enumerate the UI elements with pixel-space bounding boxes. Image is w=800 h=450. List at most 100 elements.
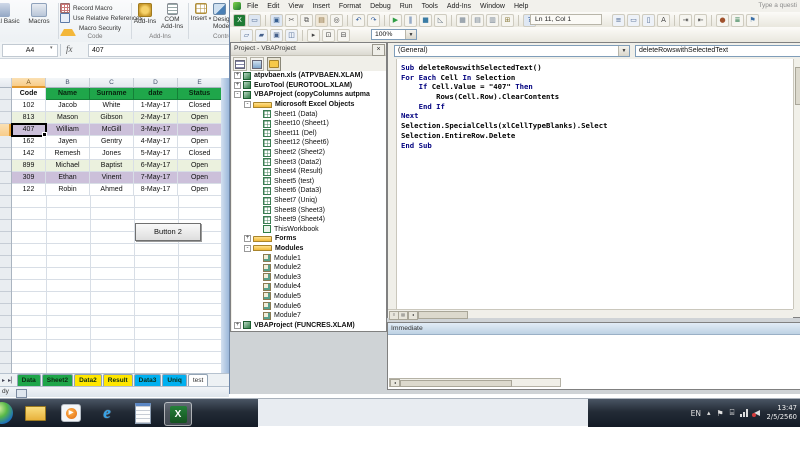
expand-icon[interactable]: + (234, 82, 241, 89)
excel-icon[interactable]: X (233, 14, 246, 27)
tree-item-sheet9-sheet4-[interactable]: Sheet9 (Sheet4) (232, 215, 386, 225)
toolbox-icon[interactable]: ⊞ (501, 14, 514, 27)
indent-icon[interactable]: ⇥ (679, 14, 692, 27)
outdent-icon[interactable]: ⇤ (694, 14, 707, 27)
table-cell[interactable]: Ethan (46, 172, 90, 184)
toggle-folders-button[interactable] (267, 57, 281, 71)
table-cell[interactable]: 102 (12, 100, 46, 112)
list-properties-icon[interactable]: ≡ (612, 14, 625, 27)
tree-item-sheet12-sheet6-[interactable]: Sheet12 (Sheet6) (232, 138, 386, 148)
chevron-down-icon[interactable]: ▼ (618, 46, 629, 56)
tree-item-forms[interactable]: +Forms (232, 234, 386, 244)
table-cell[interactable]: Closed (178, 148, 222, 160)
table-cell[interactable]: Ahmed (90, 184, 134, 196)
bookmark-icon[interactable]: ⚑ (746, 14, 759, 27)
corner-select-all[interactable] (0, 78, 12, 88)
chevron-down-icon[interactable]: ▼ (405, 30, 416, 39)
table-cell[interactable]: Open (178, 160, 222, 172)
internet-explorer-taskbar-button[interactable]: e (94, 402, 120, 424)
column-header-B[interactable]: B (46, 78, 90, 88)
ribbon-button-macro-security[interactable]: Macro Security (60, 23, 121, 33)
procedure-dropdown[interactable]: deleteRowswithSelectedText (635, 45, 800, 57)
full-module-view-button[interactable]: ▤ (398, 311, 408, 320)
collapse-icon[interactable]: - (244, 101, 251, 108)
tree-item-sheet11-del-[interactable]: Sheet11 (Del) (232, 129, 386, 139)
object-browser-icon[interactable]: ▥ (486, 14, 499, 27)
tree-item-sheet8-sheet3-[interactable]: Sheet8 (Sheet3) (232, 205, 386, 215)
action-center-flag-icon[interactable]: ⚑ (716, 409, 723, 418)
table-header-cell[interactable]: Surname (90, 88, 134, 100)
cut-icon[interactable]: ✂ (285, 14, 298, 27)
collapse-icon[interactable]: - (244, 245, 251, 252)
sheet-tab-data2[interactable]: Data2 (74, 374, 102, 386)
table-cell[interactable]: Baptist (90, 160, 134, 172)
save-icon[interactable]: ▣ (270, 14, 283, 27)
macros-button[interactable]: Macros (21, 2, 57, 39)
table-header-cell[interactable]: Name (46, 88, 90, 100)
tree-item-module2[interactable]: Module2 (232, 263, 386, 273)
tree-item-atpvbaen-xls-atpvbaen-xlam-[interactable]: +atpvbaen.xls (ATPVBAEN.XLAM) (232, 71, 386, 81)
table-cell[interactable]: Open (178, 184, 222, 196)
tree-item-module3[interactable]: Module3 (232, 272, 386, 282)
tree-item-module7[interactable]: Module7 (232, 311, 386, 321)
table-cell[interactable]: Gibson (90, 112, 134, 124)
table-cell[interactable]: William (46, 124, 90, 136)
tree-item-sheet1-data-[interactable]: Sheet1 (Data) (232, 109, 386, 119)
collapse-icon[interactable]: - (234, 91, 241, 98)
parameter-info-icon[interactable]: ▯ (642, 14, 655, 27)
sheet-tab-uniq[interactable]: Uniq (162, 374, 186, 386)
table-cell[interactable]: 142 (12, 148, 46, 160)
tree-item-microsoft-excel-objects[interactable]: -Microsoft Excel Objects (232, 100, 386, 110)
ribbon-button-record-macro[interactable]: Record Macro (60, 3, 113, 13)
menu-add-ins[interactable]: Add-Ins (447, 3, 471, 10)
table-cell[interactable]: Jones (90, 148, 134, 160)
table-cell[interactable]: Open (178, 136, 222, 148)
code-horizontal-scrollbar[interactable] (418, 311, 468, 319)
column-header-E[interactable]: E (178, 78, 222, 88)
expand-icon[interactable]: + (234, 72, 241, 79)
frame-icon[interactable]: ▣ (270, 29, 283, 42)
explorer-taskbar-button[interactable] (22, 402, 48, 424)
table-cell[interactable]: Robin (46, 184, 90, 196)
sheet-left-icon[interactable]: ▱ (240, 29, 253, 42)
menu-run[interactable]: Run (400, 3, 413, 10)
tree-item-vbaproject-funcres-xlam-[interactable]: +VBAProject (FUNCRES.XLAM) (232, 320, 386, 330)
complete-word-icon[interactable]: A (657, 14, 670, 27)
table-cell[interactable]: 162 (12, 136, 46, 148)
center-icon[interactable]: ⊡ (322, 29, 335, 42)
zoom-combo[interactable]: 100% ▼ (371, 29, 417, 40)
view-object-button[interactable] (250, 57, 264, 71)
selected-row-header[interactable] (0, 124, 11, 136)
reset-icon[interactable]: ■ (419, 14, 432, 27)
table-cell[interactable]: Jacob (46, 100, 90, 112)
language-indicator[interactable]: EN (691, 409, 701, 418)
help-search-input[interactable]: Type a questi (758, 2, 797, 9)
name-box-dropdown-icon[interactable]: ▾ (50, 45, 53, 51)
table-cell[interactable]: 899 (12, 160, 46, 172)
table-cell[interactable]: Remesh (46, 148, 90, 160)
notepad-taskbar-button[interactable] (130, 402, 156, 424)
volume-muted-icon[interactable] (754, 410, 760, 416)
table-cell[interactable]: 309 (12, 172, 46, 184)
sheet-tab-data3[interactable]: Data3 (134, 374, 162, 386)
sheet-right-icon[interactable]: ▰ (255, 29, 268, 42)
table-cell[interactable]: 122 (12, 184, 46, 196)
tree-item-sheet3-data2-[interactable]: Sheet3 (Data2) (232, 157, 386, 167)
excel-vertical-scrollbar[interactable] (221, 78, 229, 373)
tree-item-module4[interactable]: Module4 (232, 282, 386, 292)
tab-scroll-last-icon[interactable]: ▸▏ (8, 377, 16, 384)
table-cell[interactable]: 3-May-17 (134, 124, 178, 136)
quick-info-icon[interactable]: ▭ (627, 14, 640, 27)
table-header-cell[interactable]: Status (178, 88, 222, 100)
table-cell[interactable]: Mason (46, 112, 90, 124)
table-cell[interactable]: White (90, 100, 134, 112)
media-player-taskbar-button[interactable]: ▶ (58, 402, 84, 424)
table-cell[interactable]: Gentry (90, 136, 134, 148)
menu-edit[interactable]: Edit (267, 3, 279, 10)
menu-format[interactable]: Format (339, 3, 361, 10)
insert-userform-icon[interactable]: ▭ (248, 14, 261, 27)
tree-item-sheet7-uniq-[interactable]: Sheet7 (Uniq) (232, 196, 386, 206)
table-cell[interactable]: Vinent (90, 172, 134, 184)
menu-insert[interactable]: Insert (312, 3, 330, 10)
menu-debug[interactable]: Debug (370, 3, 391, 10)
